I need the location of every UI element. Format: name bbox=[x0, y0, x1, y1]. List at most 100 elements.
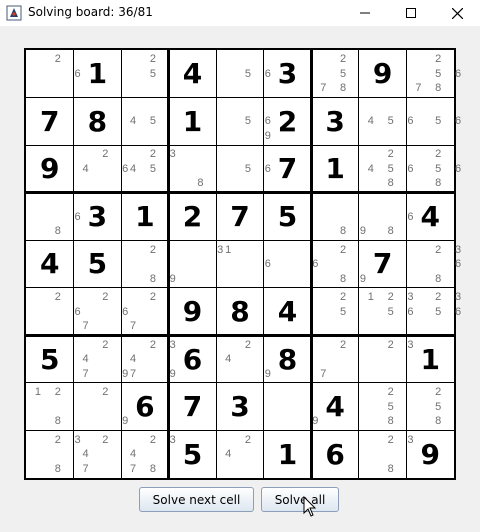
sudoku-cell[interactable]: 68 bbox=[359, 193, 414, 241]
sudoku-cell[interactable]: 2 bbox=[169, 193, 217, 241]
cell-value: 1 bbox=[277, 437, 298, 471]
sudoku-cell[interactable]: 23 68 bbox=[406, 240, 461, 288]
sudoku-cell[interactable]: 1 bbox=[311, 145, 359, 193]
sudoku-cell[interactable]: 4 bbox=[169, 50, 217, 98]
sudoku-cell[interactable]: 8 bbox=[264, 335, 312, 383]
sudoku-cell[interactable]: 6 bbox=[311, 430, 359, 478]
cell-divider bbox=[405, 50, 407, 478]
solve-next-cell-button[interactable]: Solve next cell bbox=[139, 487, 254, 512]
sudoku-cell[interactable]: 2479 bbox=[74, 335, 128, 383]
sudoku-cell[interactable]: 1 bbox=[264, 430, 312, 478]
candidate-digit: 6 bbox=[454, 115, 462, 128]
sudoku-cell[interactable]: 4 bbox=[311, 383, 359, 431]
sudoku-cell[interactable]: 45 bbox=[121, 98, 169, 146]
sudoku-cell[interactable]: 267 bbox=[74, 288, 128, 336]
sudoku-cell[interactable]: 2345 bbox=[121, 145, 176, 193]
sudoku-cell[interactable]: 9 bbox=[406, 430, 454, 478]
sudoku-cell[interactable]: 56 bbox=[216, 50, 271, 98]
sudoku-cell[interactable]: 25 bbox=[311, 288, 359, 336]
sudoku-cell[interactable]: 1 bbox=[169, 98, 217, 146]
sudoku-cell[interactable]: 8 bbox=[74, 98, 122, 146]
sudoku-cell[interactable]: 289 bbox=[311, 240, 366, 288]
sudoku-cell[interactable]: 569 bbox=[216, 98, 271, 146]
sudoku-cell[interactable]: 1 bbox=[406, 335, 454, 383]
sudoku-cell[interactable]: 9 bbox=[169, 288, 217, 336]
candidate-digit: 2 bbox=[387, 433, 394, 446]
sudoku-cell[interactable]: 2578 bbox=[311, 50, 359, 98]
cell-value: 7 bbox=[230, 199, 250, 233]
sudoku-cell[interactable]: 3 bbox=[264, 50, 312, 98]
sudoku-cell[interactable]: 289 bbox=[121, 240, 176, 288]
sudoku-cell[interactable]: 256 78 bbox=[406, 50, 461, 98]
title-bar[interactable]: Solving board: 36/81 bbox=[0, 0, 480, 26]
sudoku-cell[interactable]: 6 bbox=[121, 383, 169, 431]
sudoku-cell[interactable]: 6 bbox=[264, 240, 318, 288]
sudoku-cell[interactable]: 9 bbox=[264, 383, 318, 431]
sudoku-cell[interactable]: 25 8 bbox=[359, 383, 407, 431]
sudoku-cell[interactable]: 247 bbox=[74, 430, 122, 478]
sudoku-cell[interactable]: 238 bbox=[26, 430, 81, 478]
sudoku-cell[interactable]: 6 bbox=[169, 335, 217, 383]
sudoku-cell[interactable]: 5 bbox=[26, 335, 74, 383]
sudoku-cell[interactable]: 68 bbox=[26, 193, 81, 241]
sudoku-cell[interactable]: 25 bbox=[121, 50, 169, 98]
sudoku-cell[interactable]: 24 bbox=[216, 430, 264, 478]
sudoku-cell[interactable]: 3 bbox=[74, 193, 122, 241]
candidate-digit: 4 bbox=[130, 162, 137, 175]
sudoku-cell[interactable]: 7 bbox=[169, 383, 217, 431]
sudoku-cell[interactable]: 2 bbox=[264, 98, 312, 146]
sudoku-cell[interactable]: 238 bbox=[359, 430, 414, 478]
solve-all-button[interactable]: Solve all bbox=[261, 487, 339, 512]
sudoku-cell[interactable]: 456 bbox=[359, 98, 414, 146]
sudoku-cell[interactable]: 4 bbox=[264, 288, 312, 336]
sudoku-cell[interactable]: 5 bbox=[74, 240, 122, 288]
sudoku-cell[interactable]: 8 bbox=[216, 288, 264, 336]
sudoku-cell[interactable]: 27 bbox=[121, 288, 169, 336]
sudoku-cell[interactable]: 7 bbox=[359, 240, 407, 288]
sudoku-cell[interactable]: 29 bbox=[74, 383, 128, 431]
sudoku-cell[interactable]: 4 bbox=[26, 240, 74, 288]
sudoku-cell[interactable]: 5 bbox=[169, 430, 217, 478]
sudoku-cell[interactable]: 25 8 bbox=[406, 383, 454, 431]
maximize-button[interactable] bbox=[388, 0, 434, 26]
sudoku-cell[interactable]: 1 bbox=[74, 50, 122, 98]
sudoku-cell[interactable]: 12356 bbox=[359, 288, 414, 336]
sudoku-cell[interactable]: 27 bbox=[311, 335, 359, 383]
sudoku-cell[interactable]: 1 bbox=[121, 193, 169, 241]
candidate-digit: 2 bbox=[54, 53, 61, 66]
java-app-icon bbox=[6, 5, 22, 21]
sudoku-cell[interactable]: 7 bbox=[26, 98, 74, 146]
sudoku-cell[interactable]: 23 bbox=[359, 335, 414, 383]
sudoku-cell[interactable]: 23478 bbox=[121, 430, 176, 478]
sudoku-cell[interactable]: 5 bbox=[264, 193, 312, 241]
sudoku-cell[interactable]: 24568 bbox=[359, 145, 414, 193]
sudoku-cell[interactable]: 9 bbox=[26, 145, 74, 193]
sudoku-cell[interactable]: 26 bbox=[26, 50, 81, 98]
minimize-button[interactable] bbox=[342, 0, 388, 26]
sudoku-cell[interactable]: 249 bbox=[216, 335, 271, 383]
sudoku-cell[interactable]: 2568 bbox=[406, 145, 461, 193]
sudoku-cell[interactable]: 56 bbox=[216, 145, 271, 193]
sudoku-cell[interactable]: 246 bbox=[74, 145, 128, 193]
cell-value: 6 bbox=[325, 437, 345, 471]
sudoku-cell[interactable]: 12 8 bbox=[26, 383, 74, 431]
sudoku-cell[interactable]: 16 bbox=[216, 240, 271, 288]
candidate-digit: 4 bbox=[130, 353, 137, 366]
cell-value: 9 bbox=[420, 437, 440, 471]
sudoku-cell[interactable]: 8 bbox=[169, 145, 217, 193]
sudoku-cell[interactable]: 2356 bbox=[406, 288, 461, 336]
sudoku-cell[interactable]: 3 bbox=[169, 240, 223, 288]
candidate-digit: 5 bbox=[149, 115, 156, 128]
sudoku-cell[interactable]: 4 bbox=[406, 193, 454, 241]
sudoku-cell[interactable]: 9 bbox=[359, 50, 407, 98]
sudoku-cell[interactable]: 26 bbox=[26, 288, 81, 336]
cell-value: 6 bbox=[135, 390, 155, 424]
sudoku-cell[interactable]: 7 bbox=[216, 193, 264, 241]
sudoku-cell[interactable]: 89 bbox=[311, 193, 366, 241]
sudoku-cell[interactable]: 23479 bbox=[121, 335, 176, 383]
sudoku-cell[interactable]: 56 bbox=[406, 98, 461, 146]
sudoku-cell[interactable]: 3 bbox=[311, 98, 359, 146]
sudoku-cell[interactable]: 3 bbox=[216, 383, 264, 431]
close-button[interactable] bbox=[434, 0, 480, 26]
sudoku-cell[interactable]: 7 bbox=[264, 145, 312, 193]
